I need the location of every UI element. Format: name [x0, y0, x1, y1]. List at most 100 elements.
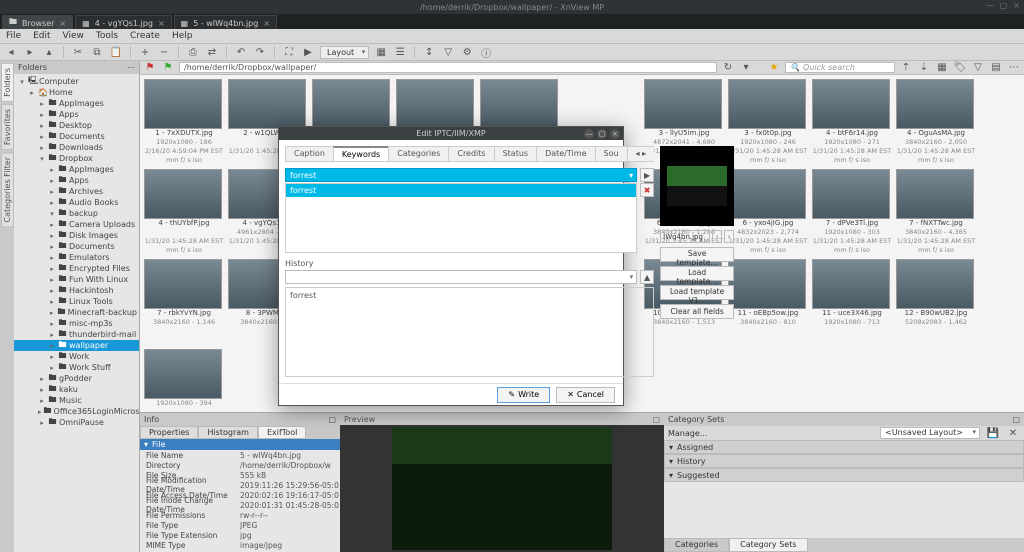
tree-node[interactable]: ▾🖳Computer	[14, 76, 139, 87]
dialog-titlebar[interactable]: Edit IPTC/IIM/XMP — ▢ ×	[279, 127, 623, 140]
tree-node[interactable]: ▸🖿wallpaper	[14, 340, 139, 351]
fullscreen-icon[interactable]: ⛶	[282, 45, 296, 59]
tab-image-1[interactable]: ▦ 4 - vgYQs1.jpg ×	[75, 15, 172, 29]
tree-node[interactable]: ▸🖿AppImages	[14, 164, 139, 175]
tree-node[interactable]: ▸🖿kaku	[14, 384, 139, 395]
paste-icon[interactable]: 📋	[109, 45, 123, 59]
layout-combo[interactable]: Layout	[320, 46, 369, 59]
info-icon[interactable]: ⓘ	[479, 45, 493, 59]
menu-create[interactable]: Create	[130, 31, 160, 41]
thumbnail[interactable]: 6 - yxo4jIG.jpg4832x2023 - 2,7741/31/20 …	[728, 169, 808, 255]
dialog-tab-scroll[interactable]: ◂ ▸	[627, 146, 655, 161]
tree-node[interactable]: ▸🖿Hackintosh	[14, 285, 139, 296]
save-template-button[interactable]: Save template...	[660, 247, 734, 262]
tree-node[interactable]: ▸🖿Downloads	[14, 142, 139, 153]
tab-histogram[interactable]: Histogram	[198, 426, 258, 439]
thumbnail[interactable]: 1 - 7xXDUTX.jpg1920x1080 - 1862/16/20 4:…	[144, 79, 224, 165]
forward-icon[interactable]: ▸	[23, 45, 37, 59]
group-suggested[interactable]: ▾ Suggested	[664, 468, 1024, 482]
keyword-input[interactable]: forrest ▾	[285, 168, 637, 182]
tab-category-sets[interactable]: Category Sets	[729, 538, 807, 552]
menu-file[interactable]: File	[6, 31, 21, 41]
tag-icon[interactable]: 🏷	[953, 61, 967, 75]
thumbnail[interactable]: 7 - rbkYvYN.jpg3840x2160 - 1,146	[144, 259, 224, 345]
window-min-icon[interactable]: —	[986, 1, 994, 10]
vtab-favorites[interactable]: Favorites	[1, 104, 14, 150]
thumbnail[interactable]: 4 - btF6r14.jpg1920x1080 - 2711/31/20 1:…	[812, 79, 892, 165]
dialog-tab-date/time[interactable]: Date/Time	[536, 146, 595, 161]
vtab-categories-filter[interactable]: Categories Filter	[1, 152, 14, 227]
tree-node[interactable]: ▸🖿misc-mp3s	[14, 318, 139, 329]
tree-node[interactable]: ▸🖿OmniPause	[14, 417, 139, 428]
tree-node[interactable]: ▸🖿Documents	[14, 131, 139, 142]
dialog-tab-credits[interactable]: Credits	[448, 146, 494, 161]
menu-tools[interactable]: Tools	[96, 31, 118, 41]
tree-node[interactable]: ▸🖿Music	[14, 395, 139, 406]
up-icon[interactable]: ▴	[42, 45, 56, 59]
thumbnail[interactable]: 7 - dPVe3Tl.jpg1920x1080 - 3031/31/20 1:…	[812, 169, 892, 255]
quick-search-input[interactable]: 🔍 Quick search	[785, 62, 895, 73]
menu-view[interactable]: View	[63, 31, 84, 41]
close-icon[interactable]: ×	[263, 19, 270, 28]
tree-node[interactable]: ▸🖿Disk Images	[14, 230, 139, 241]
cut-icon[interactable]: ✂	[71, 45, 85, 59]
convert-icon[interactable]: ⇄	[205, 45, 219, 59]
tree-node[interactable]: ▸🖿Apps	[14, 109, 139, 120]
group-history[interactable]: ▾ History	[664, 454, 1024, 468]
history-combo[interactable]	[285, 270, 637, 284]
reload-icon[interactable]: ↻	[721, 61, 735, 75]
layout-combo[interactable]: <Unsaved Layout>	[880, 427, 980, 439]
slideshow-icon[interactable]: ▶	[301, 45, 315, 59]
close-icon[interactable]: ×	[59, 19, 66, 28]
gear-icon[interactable]: ⚙	[460, 45, 474, 59]
dropdown-icon[interactable]: ▾	[739, 61, 753, 75]
sort-icon[interactable]: ↕	[422, 45, 436, 59]
tree-node[interactable]: ▸🖿thunderbird-mail	[14, 329, 139, 340]
flag-red-icon[interactable]: ⚑	[143, 61, 157, 75]
close-icon[interactable]: ×	[158, 19, 165, 28]
thumbnails-icon[interactable]: ▤	[989, 61, 1003, 75]
panel-close-icon[interactable]: ▢	[328, 415, 336, 424]
rotate-right-icon[interactable]: ↷	[253, 45, 267, 59]
more-icon[interactable]: ⋯	[1007, 61, 1021, 75]
tree-node[interactable]: ▸🖿Archives	[14, 186, 139, 197]
thumbnail[interactable]: 12 - B90wUB2.jpg5208x2083 - 1,462	[896, 259, 976, 345]
menu-edit[interactable]: Edit	[33, 31, 50, 41]
dialog-min-icon[interactable]: —	[584, 129, 594, 139]
thumbnail[interactable]: 3 - fx0t0p.jpg1920x1080 - 2461/31/20 1:4…	[728, 79, 808, 165]
filename-field[interactable]: IWq4bn.jpg	[660, 230, 710, 243]
manage-button[interactable]: Manage...	[668, 429, 707, 438]
print-icon[interactable]: ⎙	[186, 45, 200, 59]
dialog-tab-categories[interactable]: Categories	[388, 146, 449, 161]
panel-menu-icon[interactable]: ⋯	[127, 63, 135, 72]
tree-node[interactable]: ▾🖿backup	[14, 208, 139, 219]
next-file-button[interactable]: ›	[724, 230, 734, 243]
breadcrumb[interactable]: /home/derrik/Dropbox/wallpaper/	[179, 62, 717, 73]
tree-node[interactable]: ▸🖿gPodder	[14, 373, 139, 384]
tree-node[interactable]: ▸🖿Fun With Linux	[14, 274, 139, 285]
tab-properties[interactable]: Properties	[140, 426, 198, 439]
tree-node[interactable]: ▸🖿AppImages	[14, 98, 139, 109]
menu-help[interactable]: Help	[172, 31, 193, 41]
add-keyword-button[interactable]: ▶	[640, 168, 654, 182]
tree-node[interactable]: ▸🖿Linux Tools	[14, 296, 139, 307]
history-up-button[interactable]: ▲	[640, 270, 654, 284]
load-template-v1-button[interactable]: Load template V1...	[660, 285, 734, 300]
tree-node[interactable]: ▸🖿Work Stuff	[14, 362, 139, 373]
thumbs-icon[interactable]: ▦	[374, 45, 388, 59]
tree-node[interactable]: ▸🖿Work	[14, 351, 139, 362]
history-area[interactable]: forrest	[285, 287, 654, 377]
list-icon[interactable]: ☰	[393, 45, 407, 59]
folder-tree[interactable]: ▾🖳Computer▸🏠Home▸🖿AppImages▸🖿Apps▸🖿Deskt…	[14, 74, 139, 552]
vtab-folders[interactable]: Folders	[1, 63, 14, 102]
star-icon[interactable]: ★	[767, 61, 781, 75]
dialog-tab-sou[interactable]: Sou	[595, 146, 628, 161]
rotate-left-icon[interactable]: ↶	[234, 45, 248, 59]
tree-node[interactable]: ▸🖿Minecraft-backup	[14, 307, 139, 318]
thumbnail[interactable]: 7 - fNXTTwc.jpg3840x2160 - 4,3651/31/20 …	[896, 169, 976, 255]
save-layout-icon[interactable]: 💾	[986, 426, 1000, 440]
dialog-close-icon[interactable]: ×	[610, 129, 620, 139]
tab-categories[interactable]: Categories	[664, 538, 729, 552]
tree-node[interactable]: ▸🏠Home	[14, 87, 139, 98]
thumbnail[interactable]: 11 - uce3X46.jpg1920x1080 - 713	[812, 259, 892, 345]
